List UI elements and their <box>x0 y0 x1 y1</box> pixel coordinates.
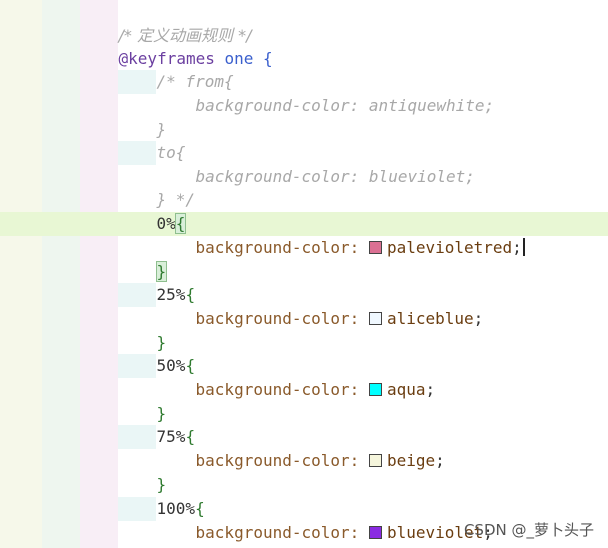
semicolon: ; <box>512 238 522 257</box>
property-name: background-color: <box>195 309 360 328</box>
property-value: palevioletred <box>386 238 513 257</box>
comment-to-decl: background-color: blueviolet; <box>195 167 475 186</box>
code-line-17[interactable]: } <box>118 378 167 423</box>
code-line-21[interactable]: 100%{ <box>118 473 205 518</box>
color-swatch[interactable] <box>368 383 382 396</box>
code-line-7[interactable]: background-color: blueviolet; <box>157 141 475 186</box>
property-name: background-color: <box>195 380 360 399</box>
indent-guide-2 <box>42 0 80 548</box>
property-value: aliceblue <box>386 309 474 328</box>
property-name: background-color: <box>195 523 360 542</box>
semicolon: ; <box>425 380 436 399</box>
code-line-23[interactable]: } <box>118 521 167 548</box>
code-line-8[interactable]: } */ <box>118 164 196 209</box>
code-line-15[interactable]: 50%{ <box>118 330 196 375</box>
text-cursor <box>522 238 525 256</box>
property-name: background-color: <box>195 238 360 257</box>
watermark: CSDN @_萝卜头子 <box>463 521 594 539</box>
code-line-2[interactable]: @keyframes one { <box>80 23 273 68</box>
code-line-11[interactable]: } <box>118 236 168 282</box>
semicolon: ; <box>473 309 484 328</box>
code-line-9[interactable]: 0%{ <box>118 188 187 234</box>
color-swatch[interactable] <box>368 241 382 254</box>
property-name: background-color: <box>195 451 360 470</box>
code-line-19[interactable]: background-color: beige; <box>157 425 445 470</box>
code-line-6[interactable]: to{ <box>118 117 186 162</box>
code-line-12[interactable]: 25%{ <box>118 259 196 304</box>
code-line-16[interactable]: background-color: aqua; <box>157 354 436 399</box>
indent-guide-1 <box>0 0 42 548</box>
color-swatch[interactable] <box>368 454 382 467</box>
property-value: aqua <box>386 380 426 399</box>
code-line-4[interactable]: background-color: antiquewhite; <box>157 70 495 115</box>
code-line-3[interactable]: /* from{ <box>118 46 234 91</box>
code-line-10[interactable]: background-color: palevioletred; <box>157 212 525 257</box>
code-line-18[interactable]: 75%{ <box>118 401 196 446</box>
code-line-20[interactable]: } <box>118 449 167 494</box>
code-line-5[interactable]: } <box>118 94 167 139</box>
keyframes-open-brace: { <box>263 49 273 68</box>
semicolon: ; <box>435 451 445 470</box>
property-value: beige <box>386 451 436 470</box>
code-line-14[interactable]: } <box>118 307 167 352</box>
code-line-13[interactable]: background-color: aliceblue; <box>157 283 484 328</box>
code-line-1[interactable]: /* 定义动画规则 */ <box>80 0 252 45</box>
code-editor[interactable]: /* 定义动画规则 */ @keyframes one { /* from{ b… <box>0 0 608 548</box>
color-swatch[interactable] <box>368 526 382 539</box>
comment-from-decl: background-color: antiquewhite; <box>195 96 495 115</box>
color-swatch[interactable] <box>368 312 382 325</box>
code-line-22[interactable]: background-color: blueviolet; <box>157 497 493 542</box>
